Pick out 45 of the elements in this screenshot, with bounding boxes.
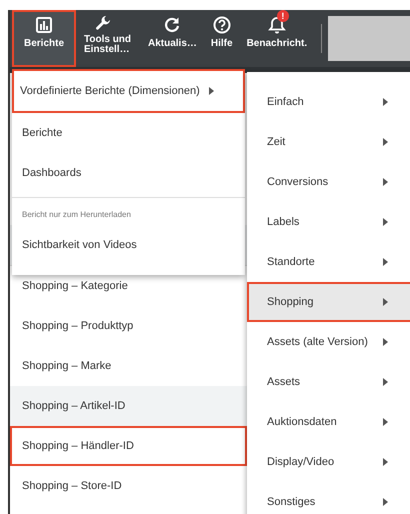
- submenu-item[interactable]: Sonstiges: [247, 482, 410, 514]
- refresh-icon: [163, 16, 182, 34]
- submenu-item[interactable]: Display/Video: [247, 442, 410, 482]
- toolbar-button[interactable]: Tools und Einstell…: [78, 10, 140, 67]
- list-item[interactable]: Shopping – Produkttyp: [10, 306, 247, 346]
- caret-icon: [382, 337, 389, 347]
- notification-badge: !: [276, 10, 289, 22]
- caret-icon: [208, 86, 215, 96]
- list-item[interactable]: Shopping – Marke: [10, 346, 247, 386]
- toolbar-button[interactable]: Aktualis…: [142, 10, 203, 67]
- menu-section-label: Bericht nur zum Herunterladen: [21, 209, 132, 221]
- help-icon: [212, 16, 231, 34]
- caret-icon: [382, 457, 389, 467]
- caret-icon: [382, 217, 389, 227]
- submenu-item[interactable]: Conversions: [247, 162, 410, 202]
- toolbar-button[interactable]: Berichte: [12, 10, 76, 67]
- caret-icon: [382, 177, 389, 187]
- list-item[interactable]: Shopping – Store-ID: [10, 466, 247, 506]
- caret-icon: [382, 257, 389, 267]
- menu-item[interactable]: Dashboards: [12, 153, 245, 193]
- menu-item[interactable]: Sichtbarkeit von Videos: [12, 225, 245, 265]
- submenu-item[interactable]: Einfach: [247, 82, 410, 122]
- caret-icon: [382, 97, 389, 107]
- submenu-item[interactable]: Zeit: [247, 122, 410, 162]
- menu-item[interactable]: Vordefinierte Berichte (Dimensionen): [12, 69, 245, 113]
- caret-icon: [382, 497, 389, 507]
- caret-icon: [382, 137, 389, 147]
- bar-chart-icon: [35, 16, 53, 34]
- caret-icon: [382, 297, 389, 307]
- submenu-item[interactable]: Auktionsdaten: [247, 402, 410, 442]
- wrench-icon: [94, 14, 112, 32]
- submenu-item[interactable]: Labels: [247, 202, 410, 242]
- bell-icon: [268, 16, 286, 34]
- toolbar-button[interactable]: Hilfe: [204, 10, 239, 67]
- toolbar-button[interactable]: ! Benachricht.: [240, 10, 314, 67]
- search-field[interactable]: [328, 16, 410, 61]
- list-item[interactable]: Shopping – Artikel-ID: [10, 386, 247, 426]
- list-item[interactable]: Shopping – Händler-ID: [10, 426, 247, 466]
- caret-icon: [382, 377, 389, 387]
- submenu-item[interactable]: Shopping: [247, 282, 410, 322]
- menu-item[interactable]: Berichte: [12, 113, 245, 153]
- submenu-item[interactable]: Assets (alte Version): [247, 322, 410, 362]
- caret-icon: [382, 417, 389, 427]
- submenu-item[interactable]: Standorte: [247, 242, 410, 282]
- submenu-item[interactable]: Assets: [247, 362, 410, 402]
